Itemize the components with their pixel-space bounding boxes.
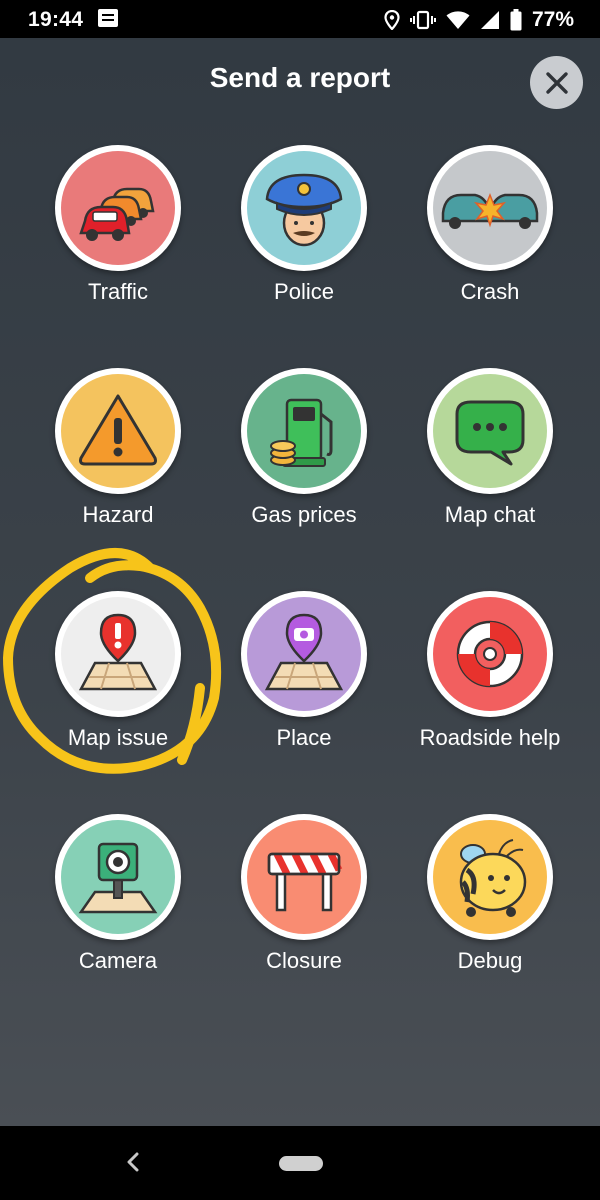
hazard-icon [79, 394, 157, 466]
closure-label: Closure [266, 948, 342, 973]
signal-icon [480, 11, 499, 29]
report-camera[interactable]: Camera [25, 814, 211, 1024]
gas-prices-button[interactable] [241, 368, 367, 494]
status-bar: 19:44 77% [0, 0, 600, 38]
map-chat-label: Map chat [444, 502, 536, 527]
closure-button[interactable] [241, 814, 367, 940]
report-traffic[interactable]: Traffic [25, 145, 211, 355]
roadside-help-label: Roadside help [419, 725, 561, 750]
vibrate-icon [409, 10, 436, 30]
report-closure[interactable]: Closure [211, 814, 397, 1024]
report-gas-prices[interactable]: Gas prices [211, 368, 397, 578]
place-button[interactable] [241, 591, 367, 717]
battery-percentage: 77% [531, 8, 574, 31]
page-title: Send a report [209, 62, 391, 93]
lifebuoy-icon [456, 620, 524, 688]
chat-bubble-icon [455, 400, 525, 466]
roadside-help-button[interactable] [427, 591, 553, 717]
bee-icon [459, 839, 527, 917]
report-police[interactable]: Police [211, 145, 397, 355]
road-barrier-icon [267, 852, 343, 912]
police-label: Police [274, 279, 334, 304]
clock: 19:44 [28, 8, 84, 31]
debug-label: Debug [457, 948, 523, 973]
report-map-issue[interactable]: Map issue [25, 591, 211, 801]
report-panel: Send a report Traffic Police Crash Hazar… [0, 38, 600, 1126]
hazard-button[interactable] [55, 368, 181, 494]
gas-pump-icon [270, 398, 333, 467]
map-chat-button[interactable] [427, 368, 553, 494]
notification-icon [98, 9, 118, 27]
status-icons: 77% [384, 8, 574, 32]
place-label: Place [276, 725, 332, 750]
camera-label: Camera [78, 948, 158, 973]
map-issue-label: Map issue [67, 725, 169, 750]
place-camera-icon [264, 613, 344, 691]
back-icon[interactable] [124, 1150, 142, 1174]
traffic-button[interactable] [55, 145, 181, 271]
crash-icon [441, 192, 539, 229]
close-button[interactable] [530, 56, 583, 109]
camera-button[interactable] [55, 814, 181, 940]
debug-button[interactable] [427, 814, 553, 940]
report-map-chat[interactable]: Map chat [397, 368, 583, 578]
report-debug[interactable]: Debug [397, 814, 583, 1024]
crash-label: Crash [460, 279, 520, 304]
police-button[interactable] [241, 145, 367, 271]
close-icon [545, 71, 568, 94]
traffic-label: Traffic [88, 279, 148, 304]
home-pill[interactable] [279, 1156, 323, 1171]
hazard-label: Hazard [82, 502, 154, 527]
traffic-icon [79, 187, 155, 241]
report-hazard[interactable]: Hazard [25, 368, 211, 578]
speed-camera-icon [78, 842, 158, 914]
police-icon [265, 173, 343, 247]
location-icon [384, 10, 400, 30]
report-place[interactable]: Place [211, 591, 397, 801]
crash-button[interactable] [427, 145, 553, 271]
report-crash[interactable]: Crash [397, 145, 583, 355]
map-issue-button[interactable] [55, 591, 181, 717]
battery-icon [510, 9, 522, 31]
map-issue-icon [78, 613, 158, 691]
wifi-icon [446, 11, 470, 29]
report-roadside-help[interactable]: Roadside help [397, 591, 583, 801]
navigation-bar [0, 1126, 600, 1200]
gas-prices-label: Gas prices [251, 502, 357, 527]
